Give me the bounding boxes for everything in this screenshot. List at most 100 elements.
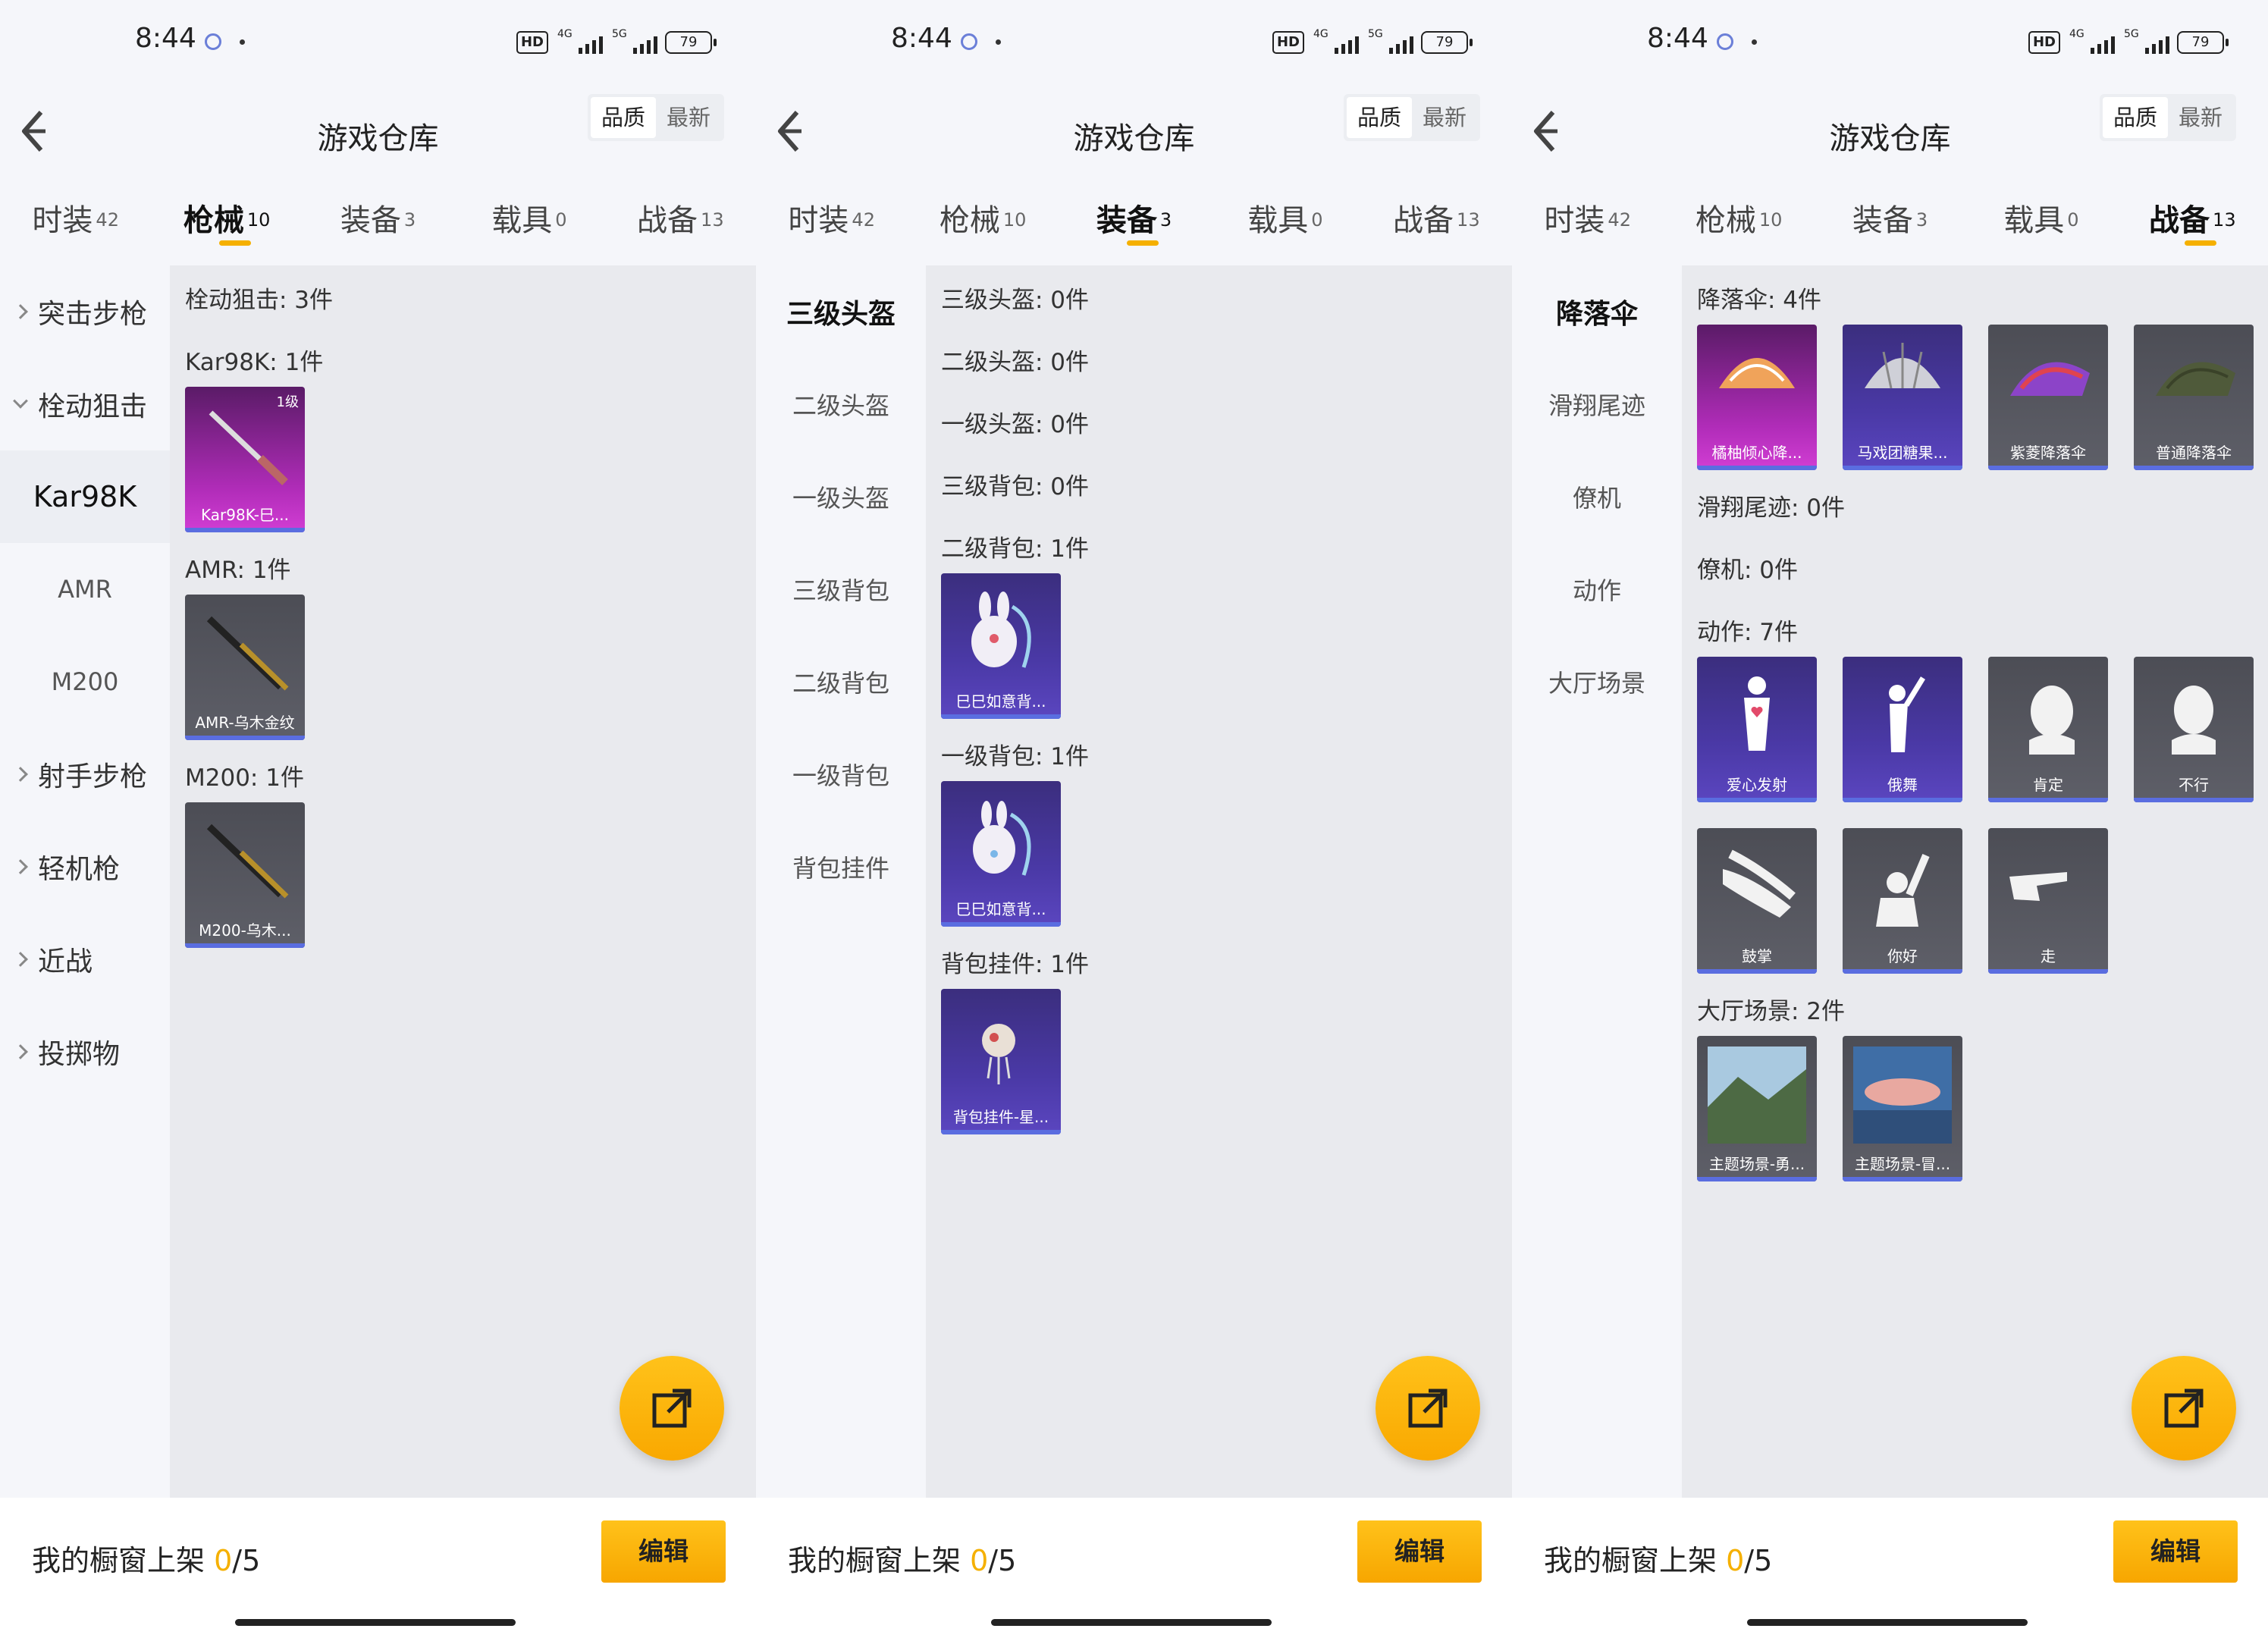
tab-equipment[interactable]: 装备 3 [303, 182, 453, 265]
dot-icon [996, 39, 1001, 45]
tab-fashion[interactable]: 时装 42 [756, 182, 907, 265]
sidebar-item-parachute[interactable]: 降落伞 [1512, 265, 1682, 358]
signal-5g-icon: 5G [610, 28, 657, 54]
item-card[interactable]: 巳巳如意背... [941, 573, 1061, 719]
item-card[interactable]: 爱心发射 [1697, 657, 1817, 802]
sidebar-item-emotes[interactable]: 动作 [1512, 543, 1682, 635]
sidebar-item-helmet-1[interactable]: 一级头盔 [756, 450, 926, 543]
tab-tactical[interactable]: 战备 13 [1361, 182, 1512, 265]
sidebar-item-bolt-sniper[interactable]: 栓动狙击 [0, 358, 170, 450]
tab-guns[interactable]: 枪械 10 [151, 182, 302, 265]
item-card[interactable]: 走 [1988, 828, 2108, 974]
bunny-backpack-icon [971, 592, 1031, 668]
sidebar-item-melee[interactable]: 近战 [0, 913, 170, 1006]
sort-quality-button[interactable]: 品质 [591, 97, 656, 138]
sidebar-item-backpack-charm[interactable]: 背包挂件 [756, 821, 926, 913]
edit-button[interactable]: 编辑 [2113, 1520, 2238, 1583]
section-title: 三级背包: 0件 [941, 473, 1090, 500]
hd-badge: HD [516, 31, 548, 54]
sidebar-item-helmet-3[interactable]: 三级头盔 [756, 265, 926, 358]
no-emote-icon [2172, 686, 2216, 755]
tab-vehicles[interactable]: 载具 0 [1965, 182, 2116, 265]
tab-fashion[interactable]: 时装 42 [0, 182, 151, 265]
sidebar-item-backpack-2[interactable]: 二级背包 [756, 635, 926, 728]
item-card[interactable]: 背包挂件-星... [941, 989, 1061, 1134]
status-indicators: HD 4G 5G 79 [2028, 28, 2229, 56]
sidebar-item-assault-rifle[interactable]: 突击步枪 [0, 265, 170, 358]
sort-toggle[interactable]: 品质 最新 [1344, 94, 1480, 141]
item-list: 栓动狙击: 3件 Kar98K: 1件 1级 Kar98K-巳... AMR: … [170, 265, 756, 1498]
sort-quality-button[interactable]: 品质 [2103, 97, 2168, 138]
signal-4g-icon: 4G [556, 28, 603, 54]
sidebar-item-backpack-3[interactable]: 三级背包 [756, 543, 926, 635]
sidebar-item-helmet-2[interactable]: 二级头盔 [756, 358, 926, 450]
sidebar: 突击步枪 栓动狙击 Kar98K AMR M200 射手步枪 轻机枪 近战 投掷… [0, 265, 170, 1498]
hd-badge: HD [1272, 31, 1304, 54]
sort-toggle[interactable]: 品质 最新 [2100, 94, 2236, 141]
share-button[interactable] [2132, 1356, 2236, 1461]
share-button[interactable] [620, 1356, 724, 1461]
tab-tactical[interactable]: 战备 13 [2117, 182, 2268, 265]
sidebar-item-kar98k[interactable]: Kar98K [0, 450, 170, 543]
bottom-bar: 我的橱窗上架 0/5 编辑 [0, 1498, 756, 1638]
sidebar-item-glide-trail[interactable]: 滑翔尾迹 [1512, 358, 1682, 450]
item-card[interactable]: 主题场景-冒... [1843, 1036, 1962, 1181]
item-card[interactable]: 1级 Kar98K-巳... [185, 387, 305, 532]
tab-tactical[interactable]: 战备 13 [605, 182, 756, 265]
section-title: Kar98K: 1件 [185, 349, 324, 376]
edit-button[interactable]: 编辑 [601, 1520, 726, 1583]
section-title: M200: 1件 [185, 764, 304, 792]
home-indicator[interactable] [1747, 1619, 2028, 1626]
item-card[interactable]: 主题场景-勇... [1697, 1036, 1817, 1181]
share-button[interactable] [1376, 1356, 1480, 1461]
sort-newest-button[interactable]: 最新 [1412, 97, 1477, 138]
item-card[interactable]: AMR-乌木金纹 [185, 595, 305, 740]
parachute-icon [1719, 358, 1795, 388]
item-card[interactable]: 肯定 [1988, 657, 2108, 802]
item-card[interactable]: 巳巳如意背... [941, 781, 1061, 927]
item-card[interactable]: 鼓掌 [1697, 828, 1817, 974]
section-title: 僚机: 0件 [1697, 557, 1799, 584]
sidebar-item-backpack-1[interactable]: 一级背包 [756, 728, 926, 821]
status-time: 8:44 [891, 23, 952, 54]
section-title: 降落伞: 4件 [1697, 287, 1822, 314]
edit-button[interactable]: 编辑 [1357, 1520, 1482, 1583]
sort-newest-button[interactable]: 最新 [656, 97, 721, 138]
sniper-rifle-icon [206, 824, 289, 899]
item-card[interactable]: 你好 [1843, 828, 1962, 974]
section-title: 背包挂件: 1件 [941, 951, 1090, 978]
sidebar-item-amr[interactable]: AMR [0, 543, 170, 635]
item-card[interactable]: 普通降落伞 [2134, 325, 2254, 470]
item-card[interactable]: 不行 [2134, 657, 2254, 802]
sidebar-item-throwables[interactable]: 投掷物 [0, 1006, 170, 1098]
item-card[interactable]: M200-乌木... [185, 802, 305, 948]
sniper-rifle-icon [206, 616, 289, 691]
bottom-bar: 我的橱窗上架 0/5 编辑 [1512, 1498, 2268, 1638]
sort-quality-button[interactable]: 品质 [1347, 97, 1412, 138]
tab-vehicles[interactable]: 载具 0 [1209, 182, 1360, 265]
sort-toggle[interactable]: 品质 最新 [588, 94, 724, 141]
sidebar-item-lobby-scene[interactable]: 大厅场景 [1512, 635, 1682, 728]
tab-equipment[interactable]: 装备 3 [1059, 182, 1209, 265]
sidebar-item-marksman[interactable]: 射手步枪 [0, 728, 170, 821]
home-indicator[interactable] [235, 1619, 516, 1626]
tab-guns[interactable]: 枪械 10 [1663, 182, 1814, 265]
item-card[interactable]: 紫菱降落伞 [1988, 325, 2108, 470]
sidebar-item-m200[interactable]: M200 [0, 635, 170, 728]
showcase-label: 我的橱窗上架 0/5 [32, 1544, 261, 1577]
dot-icon [1752, 39, 1757, 45]
item-card[interactable]: 马戏团糖果... [1843, 325, 1962, 470]
sort-newest-button[interactable]: 最新 [2168, 97, 2233, 138]
sidebar-item-wingman[interactable]: 僚机 [1512, 450, 1682, 543]
chevron-right-icon [13, 1044, 28, 1059]
status-time: 8:44 [1647, 23, 1708, 54]
tab-vehicles[interactable]: 载具 0 [453, 182, 604, 265]
item-card[interactable]: 俄舞 [1843, 657, 1962, 802]
tab-guns[interactable]: 枪械 10 [907, 182, 1058, 265]
home-indicator[interactable] [991, 1619, 1272, 1626]
tab-equipment[interactable]: 装备 3 [1815, 182, 1965, 265]
item-card[interactable]: 橘柚倾心降... [1697, 325, 1817, 470]
sidebar-item-lmg[interactable]: 轻机枪 [0, 821, 170, 913]
chevron-right-icon [13, 304, 28, 319]
tab-fashion[interactable]: 时装 42 [1512, 182, 1663, 265]
